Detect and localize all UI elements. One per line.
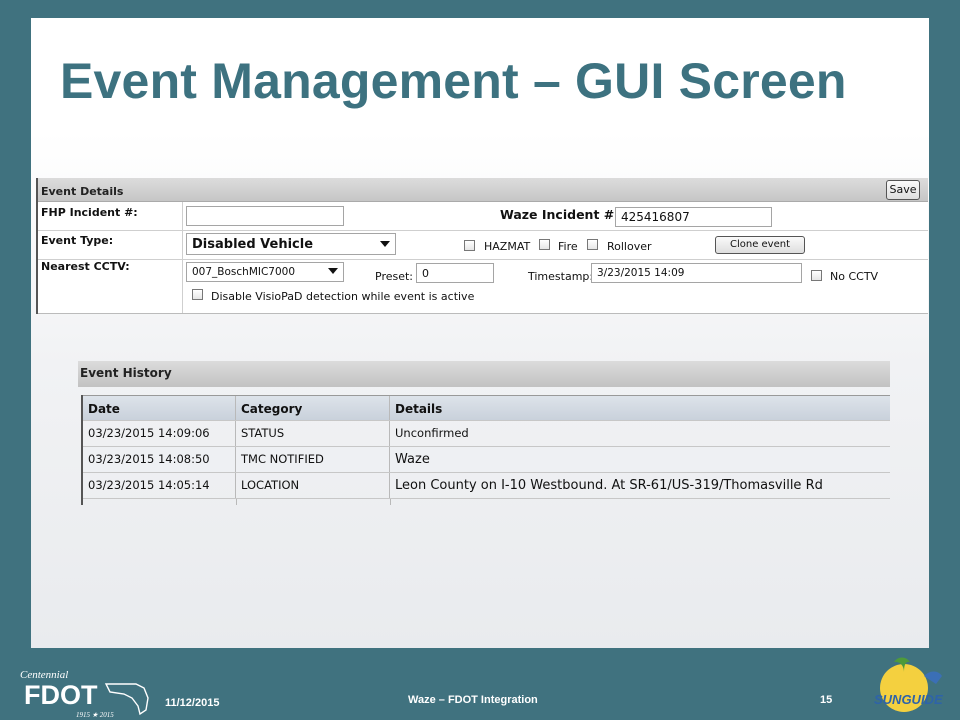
event-details-title: Event Details [41,185,124,198]
waze-incident-label: Waze Incident #: [500,207,620,222]
table-row[interactable]: 03/23/2015 14:09:06 STATUS Unconfirmed [83,421,890,447]
table-cell-date: 03/23/2015 14:05:14 [83,473,236,498]
table-cell-category: LOCATION [236,473,390,498]
slide-title: Event Management – GUI Screen [60,53,847,109]
column-header-details[interactable]: Details [390,396,890,420]
event-history-table: Date Category Details 03/23/2015 14:09:0… [81,395,890,505]
footer-page-number: 15 [820,694,833,706]
table-cell-category: TMC NOTIFIED [236,447,390,472]
nearest-cctv-row: Nearest CCTV: 007_BoschMIC7000 Preset: 0… [38,260,928,314]
table-header-row: Date Category Details [83,395,890,421]
fdot-logo-text: FDOT [24,680,98,710]
slide-canvas [31,18,929,648]
sunguide-logo-text: SUNGUIDE [874,692,943,707]
fire-checkbox[interactable] [539,239,550,250]
rollover-checkbox[interactable] [587,239,598,250]
column-header-date[interactable]: Date [83,396,236,420]
hazmat-checkbox[interactable] [464,240,475,251]
chevron-down-icon [328,268,338,274]
table-cell-details: Unconfirmed [395,426,469,440]
fire-label: Fire [558,240,578,253]
waze-incident-input[interactable]: 425416807 [615,207,772,227]
event-details-panel: Event Details Save FHP Incident #: Waze … [36,178,928,314]
rollover-label: Rollover [607,240,652,253]
event-type-label: Event Type: [41,234,114,247]
event-history-panel: Event History Date Category Details 03/2… [78,361,890,505]
disable-visiopad-checkbox[interactable] [192,289,203,300]
table-cell-date: 03/23/2015 14:08:50 [83,447,236,472]
fhp-incident-input[interactable] [186,206,344,226]
footer-date: 11/12/2015 [165,697,220,709]
table-tail-divider [236,499,237,505]
fhp-row: FHP Incident #: Waze Incident #: 4254168… [38,202,928,231]
fdot-years-text: 1915 ★ 2015 [76,711,114,719]
table-tail-divider [390,499,391,505]
table-row[interactable]: 03/23/2015 14:08:50 TMC NOTIFIED Waze [83,447,890,473]
chevron-down-icon [380,241,390,247]
florida-outline-icon [104,683,149,716]
no-cctv-label: No CCTV [830,270,879,283]
footer-presentation-title: Waze – FDOT Integration [408,694,538,706]
table-cell-details: Waze [395,452,430,467]
preset-label: Preset: [375,270,414,283]
disable-visiopad-label: Disable VisioPaD detection while event i… [211,290,475,303]
fdot-logo: Centennial FDOT 1915 ★ 2015 [20,669,149,719]
event-type-value: Disabled Vehicle [192,237,314,252]
table-cell-details: Leon County on I-10 Westbound. At SR-61/… [395,478,823,493]
no-cctv-checkbox[interactable] [811,270,822,281]
preset-input[interactable]: 0 [416,263,494,283]
hazmat-label: HAZMAT [484,240,531,253]
clone-event-button[interactable]: Clone event [715,236,805,254]
event-history-header: Event History [78,361,890,387]
table-cell-date: 03/23/2015 14:09:06 [83,421,236,446]
event-type-select[interactable]: Disabled Vehicle [186,233,396,255]
table-row[interactable]: 03/23/2015 14:05:14 LOCATION Leon County… [83,473,890,499]
table-cell-category: STATUS [236,421,390,446]
nearest-cctv-select[interactable]: 007_BoschMIC7000 [186,262,344,282]
nearest-cctv-value: 007_BoschMIC7000 [192,266,296,278]
timestamp-label: Timestamp: [528,270,594,283]
event-history-title: Event History [80,366,172,380]
event-details-header: Event Details Save [38,178,928,202]
timestamp-input[interactable]: 3/23/2015 14:09 [591,263,802,283]
nearest-cctv-label: Nearest CCTV: [41,260,130,273]
table-tail [83,499,890,505]
save-button[interactable]: Save [886,180,920,200]
fhp-incident-label: FHP Incident #: [41,206,138,219]
column-header-category[interactable]: Category [236,396,390,420]
sunguide-logo: SUNGUIDE [874,657,943,712]
